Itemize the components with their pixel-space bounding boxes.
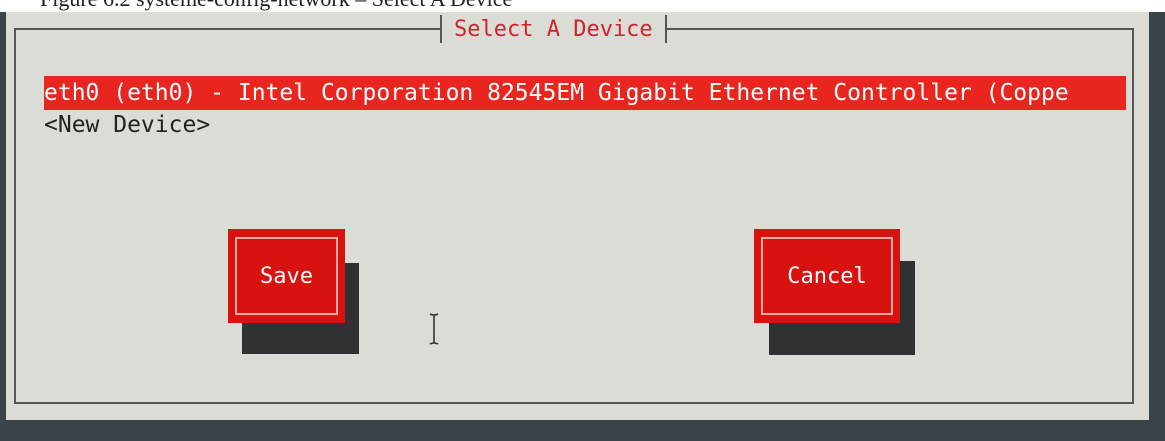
device-list-item-eth0[interactable]: eth0 (eth0) - Intel Corporation 82545EM … <box>44 76 1126 110</box>
cancel-button-frame: Cancel <box>761 237 893 315</box>
terminal-window: Select A Device eth0 (eth0) - Intel Corp… <box>0 12 1165 441</box>
title-right-tick <box>664 15 667 43</box>
dialog-title: Select A Device <box>454 16 653 42</box>
text-cursor-icon <box>429 313 439 345</box>
cancel-button[interactable]: Cancel <box>754 229 900 323</box>
device-list-item-new-device[interactable]: <New Device> <box>44 108 1126 142</box>
select-device-dialog: Select A Device eth0 (eth0) - Intel Corp… <box>6 12 1149 420</box>
save-button[interactable]: Save <box>228 229 345 323</box>
top-strip: Figure 6.2 systeme-config-network – Sele… <box>0 0 1165 12</box>
save-button-label: Save <box>260 263 313 289</box>
cancel-button-label: Cancel <box>787 263 867 289</box>
figure-caption: Figure 6.2 systeme-config-network – Sele… <box>40 0 512 12</box>
dialog-title-bar: Select A Device <box>440 15 667 43</box>
save-button-frame: Save <box>235 237 338 315</box>
